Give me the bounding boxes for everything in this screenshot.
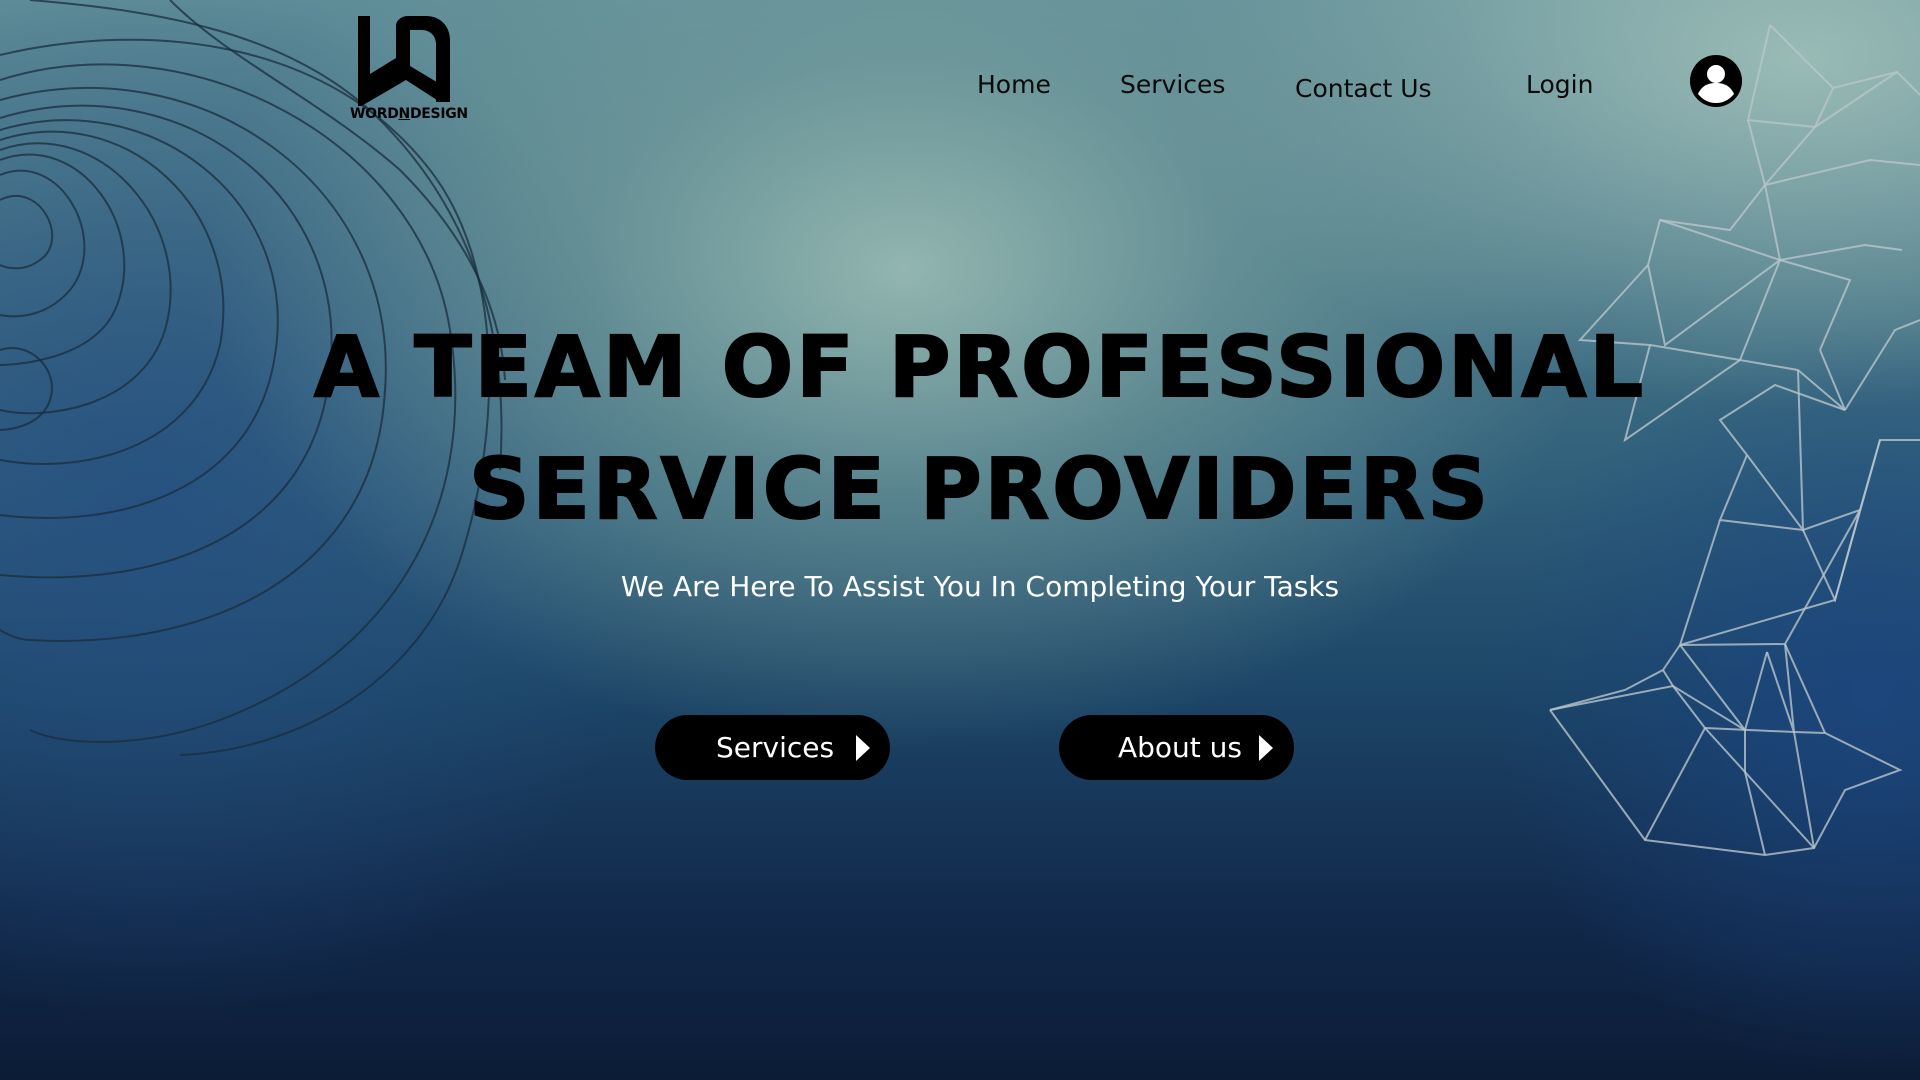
caret-right-icon (1259, 735, 1273, 761)
services-button-label: Services (716, 731, 835, 764)
caret-right-icon (856, 735, 870, 761)
user-account-button[interactable] (1689, 54, 1743, 108)
hero-headline-line2: SERVICE PROVIDERS (468, 439, 1492, 539)
brand-wordmark: WORDNDESIGN (350, 106, 468, 122)
about-us-button[interactable]: About us (1059, 715, 1294, 780)
nav-services[interactable]: Services (1120, 70, 1225, 99)
nav-contact-us[interactable]: Contact Us (1295, 74, 1432, 103)
hero-subtitle: We Are Here To Assist You In Completing … (620, 570, 1340, 603)
wd-monogram-icon (358, 16, 450, 106)
nav-home[interactable]: Home (977, 70, 1051, 99)
nav-login[interactable]: Login (1526, 70, 1593, 99)
services-button[interactable]: Services (655, 715, 890, 780)
hero-headline-line1: A TEAM OF PROFESSIONAL (313, 317, 1646, 417)
brand-logo[interactable]: WORDNDESIGN (350, 10, 468, 130)
about-us-button-label: About us (1118, 731, 1243, 764)
user-account-icon (1690, 55, 1742, 107)
